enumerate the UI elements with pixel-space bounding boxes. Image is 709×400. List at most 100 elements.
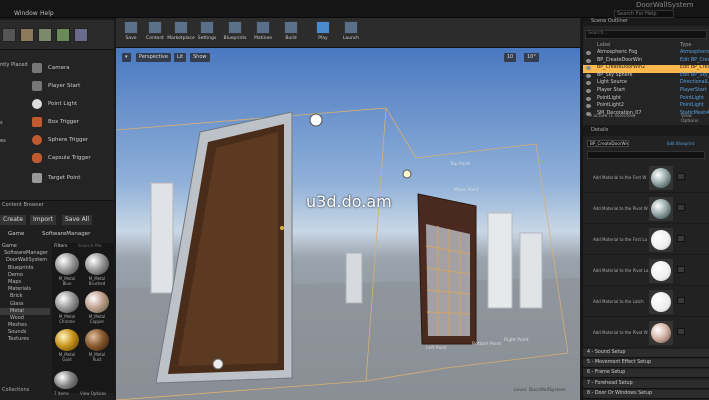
help-search-input[interactable]: Search For Help: [614, 10, 674, 18]
actor-type[interactable]: Edit BP_CreateDoorWin: [680, 58, 709, 63]
eye-icon[interactable]: [586, 89, 591, 93]
view-options-button[interactable]: View Options: [80, 391, 106, 396]
tree-item[interactable]: Sounds: [0, 329, 50, 336]
breadcrumb-softwaremanager[interactable]: SoftwareManager: [42, 231, 90, 237]
outliner-row[interactable]: Atmospheric Fog AtmosphericFog: [583, 50, 709, 58]
actor-type[interactable]: PlayerStart: [680, 88, 707, 93]
geometry-mode-icon[interactable]: [74, 28, 88, 42]
place-item-capsule-trigger[interactable]: Capsule Trigger: [30, 152, 114, 166]
viewport-options-button[interactable]: ▾: [122, 53, 131, 62]
matinee-button[interactable]: Matinee: [252, 20, 274, 46]
asset-picker-dropdown[interactable]: [677, 266, 685, 273]
actor-type[interactable]: Edit BP_CreateDoorWin: [680, 65, 709, 70]
landscape-mode-icon[interactable]: [38, 28, 52, 42]
asset-picker-dropdown[interactable]: [677, 297, 685, 304]
save-all-button[interactable]: Save All: [62, 215, 93, 225]
details-section-header[interactable]: 7 - Forehead Setup: [583, 379, 709, 389]
rotation-snap-button[interactable]: 10°: [524, 53, 539, 62]
actor-type[interactable]: PointLight: [680, 96, 704, 101]
details-search-input[interactable]: [587, 151, 705, 159]
asset-tile[interactable]: M_Metal Gold: [54, 329, 80, 363]
asset-thumbnail[interactable]: [54, 371, 78, 389]
material-thumbnail[interactable]: [649, 259, 673, 283]
show-button[interactable]: Show: [190, 53, 210, 62]
menu-help[interactable]: Help: [40, 10, 54, 17]
outliner-tab[interactable]: Scene Outliner: [583, 18, 709, 26]
tree-item[interactable]: DoorWallSystem: [0, 257, 50, 264]
save-button[interactable]: Save: [120, 20, 142, 46]
category-es[interactable]: es: [0, 138, 6, 144]
tree-item[interactable]: Wood: [0, 315, 50, 322]
marketplace-button[interactable]: Marketplace: [167, 20, 195, 46]
material-thumbnail[interactable]: [649, 290, 673, 314]
eye-icon[interactable]: [586, 73, 591, 78]
outliner-row[interactable]: Player Start PlayerStart: [583, 88, 709, 96]
create-button[interactable]: Create: [0, 215, 26, 225]
object-name-field[interactable]: BP_CreateDoorWin2: [587, 140, 629, 147]
actor-type[interactable]: Edit BP_Sky_Sphere: [680, 73, 709, 78]
outliner-row[interactable]: BP_CreateDoorWin Edit BP_CreateDoorWin: [583, 58, 709, 66]
settings-button[interactable]: Settings: [196, 20, 218, 46]
asset-picker-dropdown[interactable]: [677, 173, 685, 180]
place-item-box-trigger[interactable]: Box Trigger: [30, 116, 114, 130]
eye-icon[interactable]: [586, 51, 591, 55]
outliner-row[interactable]: BP_CreateDoorWin2 Edit BP_CreateDoorWin: [583, 65, 709, 73]
asset-picker-dropdown[interactable]: [677, 235, 685, 242]
tree-item[interactable]: Game: [0, 243, 50, 250]
category-s[interactable]: s: [0, 120, 3, 126]
tree-item[interactable]: Brick: [0, 293, 50, 300]
asset-picker-dropdown[interactable]: [677, 328, 685, 335]
outliner-row[interactable]: PointLight PointLight: [583, 96, 709, 104]
filters-button[interactable]: Filters: [54, 244, 68, 249]
blueprints-button[interactable]: Blueprints: [224, 20, 246, 46]
outliner-row[interactable]: Light Source DirectionalLight: [583, 80, 709, 88]
collections-toggle[interactable]: Collections: [2, 387, 29, 393]
play-button[interactable]: Play: [312, 20, 334, 46]
material-thumbnail[interactable]: [649, 166, 673, 190]
edit-blueprint-link[interactable]: Edit Blueprint: [667, 141, 694, 146]
place-item-target-point[interactable]: Target Point: [30, 172, 114, 186]
details-tab[interactable]: Details: [583, 127, 709, 136]
paint-mode-icon[interactable]: [20, 28, 34, 42]
build-button[interactable]: Build: [280, 20, 302, 46]
place-mode-icon[interactable]: [2, 28, 16, 42]
eye-icon[interactable]: [586, 66, 591, 71]
outliner-search-input[interactable]: Search...: [585, 30, 707, 39]
asset-tile[interactable]: M_Metal Copper: [84, 291, 110, 325]
place-item-point-light[interactable]: Point Light: [30, 98, 114, 112]
import-button[interactable]: Import: [30, 215, 56, 225]
category-recently-placed[interactable]: ntly Placed: [0, 62, 28, 68]
grid-snap-button[interactable]: 10: [504, 53, 517, 62]
tree-item[interactable]: Maps: [0, 279, 50, 286]
eye-icon[interactable]: [586, 81, 591, 86]
eye-icon[interactable]: [586, 58, 591, 63]
details-section-header[interactable]: 8 - Door Or Windows Setup: [583, 389, 709, 399]
asset-tile[interactable]: M_Metal Rust: [84, 329, 110, 363]
details-section-header[interactable]: 5 - Movement Effect Setup: [583, 359, 709, 369]
actor-type[interactable]: AtmosphericFog: [680, 50, 709, 55]
label-column-header[interactable]: Label: [597, 42, 611, 48]
eye-icon[interactable]: [586, 96, 591, 101]
tree-item[interactable]: Textures: [0, 336, 50, 343]
tree-item[interactable]: Demo: [0, 272, 50, 279]
actor-type[interactable]: PointLight: [680, 103, 704, 108]
launch-button[interactable]: Launch: [340, 20, 362, 46]
content-button[interactable]: Content: [144, 20, 166, 46]
menu-window[interactable]: Window: [14, 10, 38, 17]
type-column-header[interactable]: Type: [680, 42, 691, 48]
actor-type[interactable]: DirectionalLight: [680, 80, 709, 85]
tree-item[interactable]: Blueprints: [0, 265, 50, 272]
foliage-mode-icon[interactable]: [56, 28, 70, 42]
breadcrumb-game[interactable]: Game: [8, 231, 24, 237]
outliner-view-options[interactable]: View Options: [681, 114, 709, 124]
asset-tile[interactable]: M_Metal Chrome: [54, 291, 80, 325]
material-thumbnail[interactable]: [649, 228, 673, 252]
tree-item[interactable]: Meshes: [0, 322, 50, 329]
asset-search-input[interactable]: Search Ma: [78, 244, 102, 249]
material-thumbnail[interactable]: [649, 197, 673, 221]
outliner-row[interactable]: PointLight2 PointLight: [583, 103, 709, 111]
eye-icon[interactable]: [586, 104, 591, 109]
material-thumbnail[interactable]: [649, 321, 673, 345]
asset-tile[interactable]: M_Metal Blue: [54, 253, 80, 287]
lit-button[interactable]: Lit: [174, 53, 187, 62]
